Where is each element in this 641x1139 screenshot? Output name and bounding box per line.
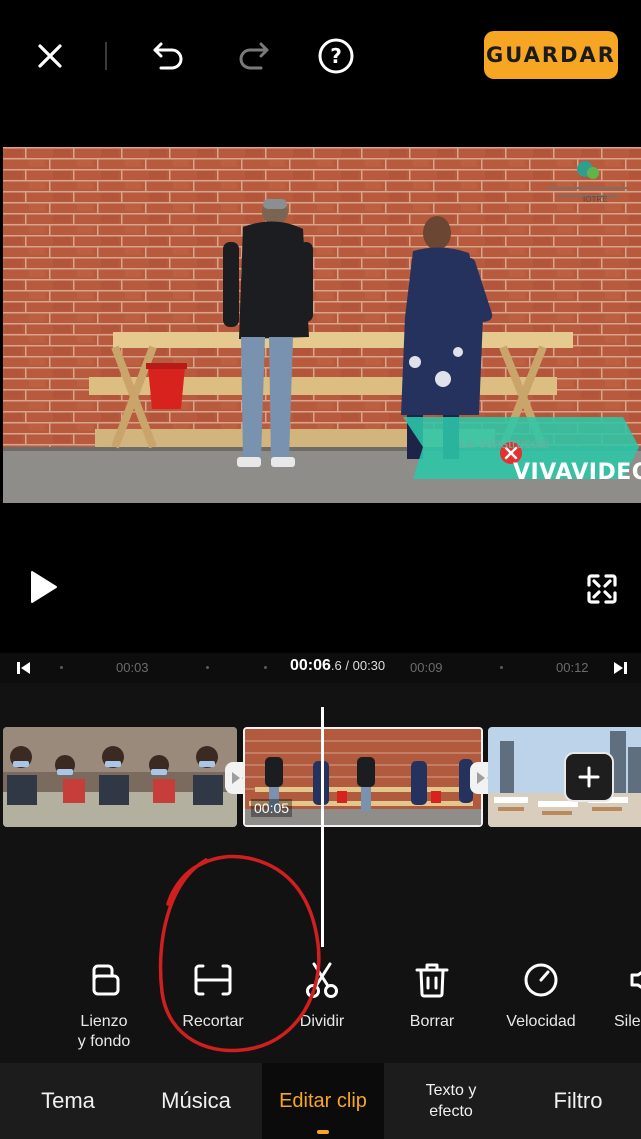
annotation-circle [158,854,321,1053]
help-icon[interactable]: ? [314,34,358,78]
ruler-mark: 00:12 [556,660,589,675]
mute-button[interactable]: Sile [590,960,641,1032]
close-icon[interactable] [30,36,70,76]
current-time-main: 00:06 [290,657,331,674]
clip-1[interactable] [3,727,237,827]
canvas-icon [92,964,120,996]
active-tab-indicator [317,1130,329,1134]
speed-button[interactable]: Velocidad [491,960,591,1032]
play-icon[interactable] [22,567,62,607]
total-time: 00:30 [352,658,386,673]
skip-end-icon[interactable] [610,659,630,677]
ruler-mark: 00:09 [410,660,443,675]
svg-text:?: ? [330,44,342,68]
tool-label-line2: y fondo [77,1033,131,1050]
clip-2-selected[interactable]: 00:05 [243,727,483,827]
trash-icon [415,963,449,998]
spacer [0,110,641,147]
clip-duration: 00:05 [251,799,293,817]
player-controls [0,503,641,653]
video-preview[interactable]: La construcció VIVAVIDEO IOTRE [3,147,641,503]
time-ruler[interactable]: 00:03 00:06.6 / 00:30 00:09 00:12 [0,653,641,683]
tab-label: Texto y efecto [425,1082,477,1120]
tab-editar-clip[interactable]: Editar clip [262,1063,384,1139]
time-separator: / [341,658,353,673]
tool-label: Lienzo y fondo [54,1012,154,1052]
redo-icon[interactable] [232,34,274,76]
tab-filtro[interactable]: Filtro [522,1063,634,1139]
canvas-background-button[interactable]: Lienzo y fondo [54,960,154,1052]
speedometer-icon [524,963,558,997]
skip-start-icon[interactable] [14,659,34,677]
undo-icon[interactable] [148,34,190,76]
tab-musica[interactable]: Música [140,1063,252,1139]
tool-label: Velocidad [506,1013,576,1030]
current-time-fraction: .6 [330,658,342,673]
tool-label-line1: Lienzo [80,1013,128,1030]
tab-texto-efecto[interactable]: Texto y efecto [396,1063,506,1139]
top-bar: ? GUARDAR [0,0,641,110]
save-button[interactable]: GUARDAR [484,31,618,79]
divider [105,42,107,70]
plus-icon[interactable] [564,752,614,802]
mute-icon [630,971,641,989]
lower-third-text: La construcció [459,435,550,451]
tool-label: Borrar [409,1013,455,1030]
tab-tema[interactable]: Tema [18,1063,118,1139]
delete-button[interactable]: Borrar [382,960,482,1032]
ruler-mark: 00:03 [116,660,149,675]
logo-caption: IOTRE [583,195,608,204]
tool-label: Sile [614,1013,641,1030]
fullscreen-icon[interactable] [580,567,624,611]
bottom-tabs: Tema Música Editar clip Texto y efecto Fi… [0,1063,641,1139]
vivavideo-watermark: VIVAVIDEO [513,460,641,485]
current-time: 00:06.6 / 00:30 [290,657,385,675]
